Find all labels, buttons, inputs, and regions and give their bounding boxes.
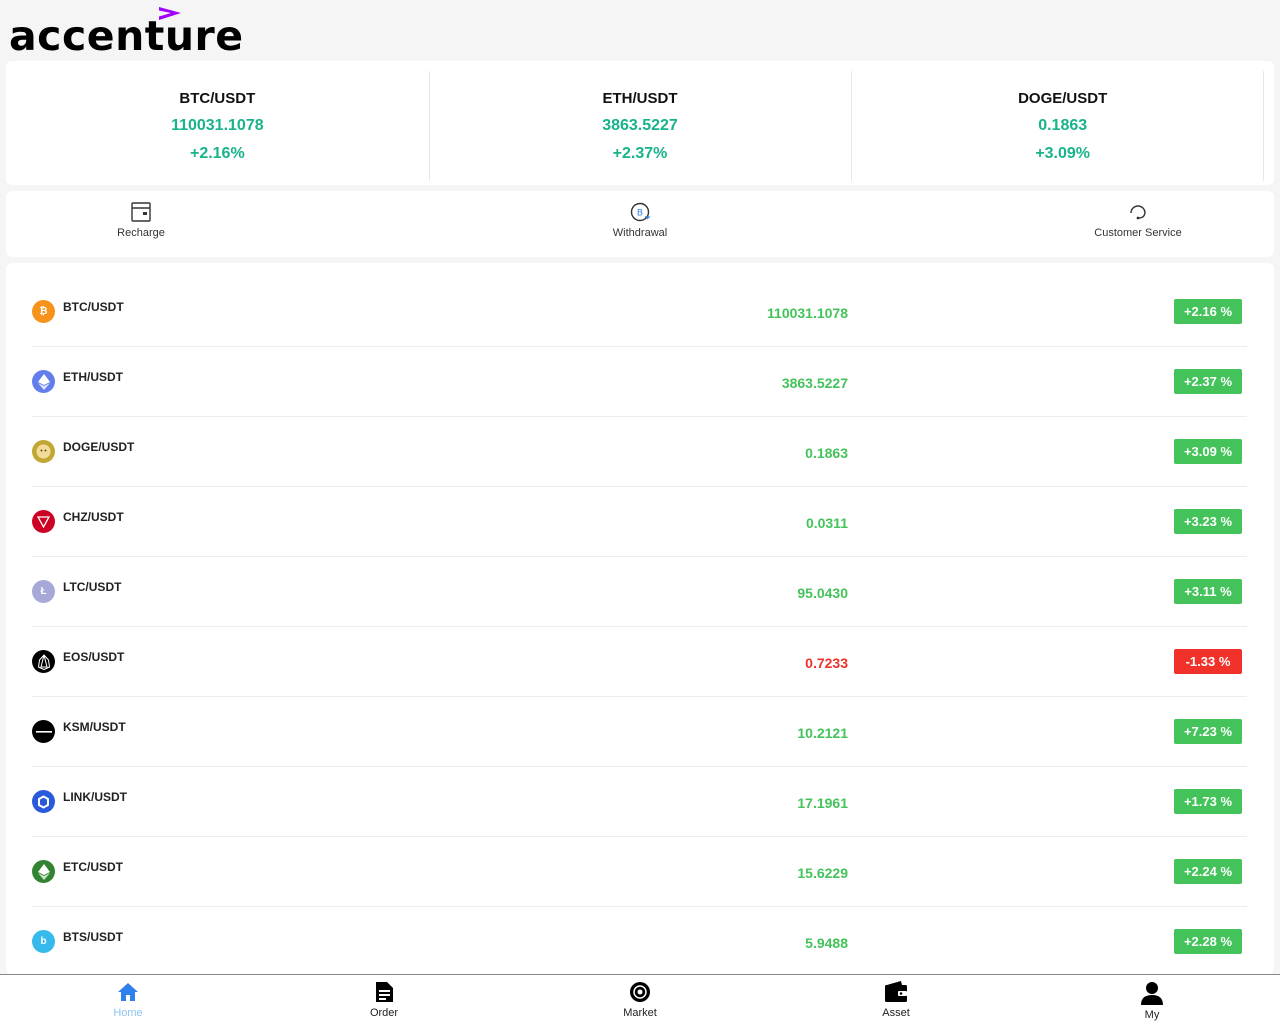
market-row-ksm[interactable]: KSM/USDT 10.2121 +7.23 % (32, 697, 1247, 767)
svg-text:B: B (637, 209, 643, 219)
ticker-btc[interactable]: BTC/USDT 110031.1078 +2.16% (6, 61, 429, 185)
market-row-bts[interactable]: b BTS/USDT 5.9488 +2.28 % (32, 907, 1247, 974)
accenture-logo[interactable]: accenture (9, 6, 269, 60)
market-price: 3863.5227 (781, 375, 848, 391)
market-price: 0.1863 (805, 445, 848, 461)
change-badge: +3.11 % (1174, 579, 1242, 604)
market-price: 0.7233 (805, 655, 848, 671)
withdrawal-label: Withdrawal (612, 227, 668, 239)
nav-market-label: Market (623, 1007, 657, 1019)
market-pair: ETC/USDT (63, 860, 123, 874)
ticker-pair: BTC/USDT (179, 90, 256, 107)
ticker-doge[interactable]: DOGE/USDT 0.1863 +3.09% (851, 61, 1274, 185)
bitcoin-withdraw-icon: B (630, 202, 651, 222)
market-row-btc[interactable]: ₿ BTC/USDT 110031.1078 +2.16 % (32, 277, 1247, 347)
recharge-button[interactable]: Recharge (61, 201, 221, 239)
nav-my[interactable]: My (1112, 981, 1192, 1021)
ticker-pair: ETH/USDT (602, 90, 678, 107)
market-row-eth[interactable]: ETH/USDT 3863.5227 +2.37 % (32, 347, 1247, 417)
wallet-icon (131, 202, 151, 222)
nav-home[interactable]: Home (88, 981, 168, 1019)
market-row-doge[interactable]: DOGE/USDT 0.1863 +3.09 % (32, 417, 1247, 487)
recharge-label: Recharge (117, 227, 165, 239)
ticker-pair: DOGE/USDT (1018, 90, 1108, 107)
logo-text: accenture (9, 12, 244, 60)
bts-coin-icon: b (32, 930, 55, 953)
home-icon (118, 983, 138, 1001)
ticker-summary: BTC/USDT 110031.1078 +2.16% ETH/USDT 386… (6, 61, 1274, 185)
change-badge: +3.09 % (1174, 439, 1242, 464)
market-icon (630, 982, 650, 1002)
market-price: 17.1961 (797, 795, 848, 811)
etc-coin-icon (32, 860, 55, 883)
change-badge: +2.16 % (1174, 299, 1242, 324)
doge-coin-icon (32, 440, 55, 463)
btc-coin-icon: ₿ (32, 300, 55, 323)
chz-coin-icon (32, 510, 55, 533)
market-price: 95.0430 (797, 585, 848, 601)
market-row-chz[interactable]: CHZ/USDT 0.0311 +3.23 % (32, 487, 1247, 557)
user-icon (1141, 982, 1163, 1005)
ticker-change: +2.37% (612, 145, 668, 162)
quick-actions: Recharge B Withdrawal Customer Service (6, 191, 1274, 257)
market-pair: ETH/USDT (63, 370, 123, 384)
ltc-coin-icon: Ł (32, 580, 55, 603)
withdrawal-button[interactable]: B Withdrawal (560, 201, 720, 239)
change-badge: +2.28 % (1174, 929, 1242, 954)
market-price: 0.0311 (805, 515, 848, 531)
nav-home-label: Home (113, 1007, 143, 1019)
market-pair: KSM/USDT (63, 720, 126, 734)
market-list: ₿ BTC/USDT 110031.1078 +2.16 % ETH/USDT … (6, 263, 1274, 974)
market-pair: LINK/USDT (63, 790, 127, 804)
change-badge: +2.24 % (1174, 859, 1242, 884)
nav-order-label: Order (369, 1007, 399, 1019)
wallet-icon (885, 981, 907, 1002)
eth-coin-icon (32, 370, 55, 393)
link-coin-icon (32, 790, 55, 813)
market-pair: EOS/USDT (63, 650, 125, 664)
market-price: 5.9488 (805, 935, 848, 951)
bottom-nav: Home Order Market Asset My (0, 974, 1280, 1024)
market-pair: BTC/USDT (63, 300, 124, 314)
market-row-link[interactable]: LINK/USDT 17.1961 +1.73 % (32, 767, 1247, 837)
market-pair: BTS/USDT (63, 930, 123, 944)
customer-service-label: Customer Service (1094, 227, 1182, 239)
ticker-change: +2.16% (189, 145, 245, 162)
market-pair: CHZ/USDT (63, 510, 124, 524)
nav-market[interactable]: Market (600, 981, 680, 1019)
document-icon (376, 982, 393, 1002)
market-row-etc[interactable]: ETC/USDT 15.6229 +2.24 % (32, 837, 1247, 907)
change-badge: +1.73 % (1174, 789, 1242, 814)
eos-coin-icon (32, 650, 55, 673)
market-row-eos[interactable]: EOS/USDT 0.7233 -1.33 % (32, 627, 1247, 697)
ticker-price: 3863.5227 (602, 117, 678, 134)
customer-service-button[interactable]: Customer Service (1058, 201, 1218, 239)
headset-icon (1130, 205, 1146, 220)
market-price: 10.2121 (797, 725, 848, 741)
change-badge: +2.37 % (1174, 369, 1242, 394)
market-price: 15.6229 (797, 865, 848, 881)
header: accenture (0, 0, 1280, 58)
ticker-eth[interactable]: ETH/USDT 3863.5227 +2.37% (428, 61, 852, 185)
market-pair: DOGE/USDT (63, 440, 135, 454)
ticker-price: 0.1863 (1038, 117, 1088, 134)
market-row-ltc[interactable]: Ł LTC/USDT 95.0430 +3.11 % (32, 557, 1247, 627)
market-price: 110031.1078 (767, 305, 848, 321)
ticker-price: 110031.1078 (171, 117, 264, 134)
ksm-coin-icon (32, 720, 55, 743)
nav-my-label: My (1144, 1009, 1160, 1021)
nav-asset-label: Asset (882, 1007, 910, 1019)
change-badge: +7.23 % (1174, 719, 1242, 744)
change-badge: -1.33 % (1174, 649, 1242, 674)
nav-order[interactable]: Order (344, 981, 424, 1019)
nav-asset[interactable]: Asset (856, 981, 936, 1019)
market-pair: LTC/USDT (63, 580, 122, 594)
change-badge: +3.23 % (1174, 509, 1242, 534)
ticker-change: +3.09% (1035, 145, 1091, 162)
